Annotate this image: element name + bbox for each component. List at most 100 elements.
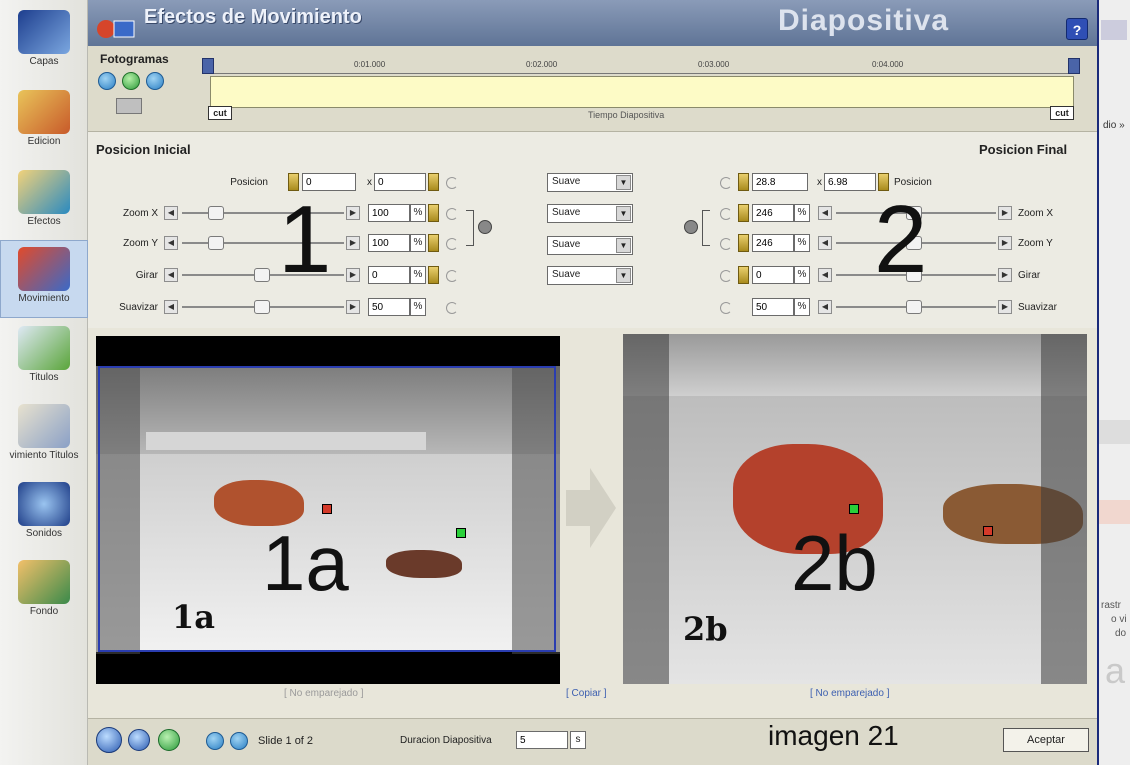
play-icon[interactable] bbox=[158, 729, 180, 751]
sidebar-item-sonidos[interactable]: Sonidos bbox=[0, 476, 88, 554]
slider-left-button[interactable]: ◀ bbox=[164, 206, 178, 220]
reset-icon[interactable] bbox=[446, 270, 458, 282]
cut-right-button[interactable]: cut bbox=[1050, 106, 1074, 120]
initial-pos-y-input[interactable] bbox=[374, 173, 426, 191]
reset-icon[interactable] bbox=[720, 208, 732, 220]
reset-icon[interactable] bbox=[446, 177, 458, 189]
easing-select-zoom-x[interactable]: Suave ▼ bbox=[547, 204, 633, 223]
next-slide-icon[interactable] bbox=[230, 732, 248, 750]
slider-right-button[interactable]: ▶ bbox=[346, 300, 360, 314]
final-preview-image[interactable]: 2b 2b bbox=[623, 334, 1087, 684]
reset-icon[interactable] bbox=[720, 238, 732, 250]
slider-left-button[interactable]: ◀ bbox=[818, 206, 832, 220]
slider-right-button[interactable]: ▶ bbox=[346, 236, 360, 250]
initial-preview-image[interactable]: 1a 1a bbox=[96, 336, 560, 684]
background-text: dio » bbox=[1103, 120, 1125, 131]
slider-right-button[interactable]: ▶ bbox=[346, 206, 360, 220]
final-smooth-input[interactable] bbox=[752, 298, 794, 316]
final-zoom-x-input[interactable] bbox=[752, 204, 794, 222]
slider-right-button[interactable]: ▶ bbox=[346, 268, 360, 282]
end-point-handle[interactable] bbox=[983, 526, 993, 536]
sidebar-item-fondo[interactable]: Fondo bbox=[0, 554, 88, 632]
chain-link-icon[interactable] bbox=[478, 220, 492, 234]
reset-icon[interactable] bbox=[720, 270, 732, 282]
unpaired-right-link[interactable]: [ No emparejado ] bbox=[810, 688, 890, 699]
final-position-title: Posicion Final bbox=[979, 142, 1068, 157]
help-button[interactable]: ? bbox=[1066, 18, 1088, 40]
keyframe-marker-icon[interactable] bbox=[116, 98, 142, 114]
final-pos-y-input[interactable] bbox=[824, 173, 876, 191]
sidebar-item-edicion[interactable]: Edicion bbox=[0, 84, 88, 162]
initial-zoom-x-input[interactable] bbox=[368, 204, 410, 222]
cut-left-button[interactable]: cut bbox=[208, 106, 232, 120]
mask-left bbox=[623, 334, 669, 684]
start-marker[interactable] bbox=[202, 58, 214, 74]
slider-right-button[interactable]: ▶ bbox=[998, 236, 1012, 250]
reset-icon[interactable] bbox=[446, 302, 458, 314]
smooth-slider-thumb[interactable] bbox=[906, 300, 922, 314]
rotate-slider-thumb[interactable] bbox=[254, 268, 270, 282]
next-keyframe-button[interactable] bbox=[146, 72, 164, 90]
end-point-handle[interactable] bbox=[456, 528, 466, 538]
add-keyframe-button[interactable] bbox=[122, 72, 140, 90]
easing-select-zoom-y[interactable]: Suave ▼ bbox=[547, 236, 633, 255]
duration-input[interactable] bbox=[516, 731, 568, 749]
end-marker[interactable] bbox=[1068, 58, 1080, 74]
reset-icon[interactable] bbox=[446, 208, 458, 220]
initial-smooth-input[interactable] bbox=[368, 298, 410, 316]
sidebar-item-label: Sonidos bbox=[25, 528, 63, 539]
chain-link-icon[interactable] bbox=[684, 220, 698, 234]
slider-left-button[interactable]: ◀ bbox=[164, 300, 178, 314]
final-pos-x-input[interactable] bbox=[752, 173, 808, 191]
start-point-handle[interactable] bbox=[849, 504, 859, 514]
initial-rotate-input[interactable] bbox=[368, 266, 410, 284]
prev-slide-icon[interactable] bbox=[206, 732, 224, 750]
reset-icon[interactable] bbox=[720, 302, 732, 314]
copy-link[interactable]: [ Copiar ] bbox=[566, 688, 607, 699]
accept-button[interactable]: Aceptar bbox=[1003, 728, 1089, 752]
start-point-handle[interactable] bbox=[322, 504, 332, 514]
slider-left-button[interactable]: ◀ bbox=[818, 300, 832, 314]
prev-keyframe-button[interactable] bbox=[98, 72, 116, 90]
keyframe-icon[interactable] bbox=[738, 173, 749, 191]
sidebar-item-capas[interactable]: Capas bbox=[0, 4, 88, 82]
slider-left-button[interactable]: ◀ bbox=[818, 236, 832, 250]
palette-icon bbox=[18, 90, 70, 134]
reset-icon[interactable] bbox=[446, 238, 458, 250]
keyframe-icon[interactable] bbox=[428, 173, 439, 191]
slider-right-button[interactable]: ▶ bbox=[998, 300, 1012, 314]
slider-right-button[interactable]: ▶ bbox=[998, 268, 1012, 282]
slider-left-button[interactable]: ◀ bbox=[164, 236, 178, 250]
zoom-x-slider-thumb[interactable] bbox=[208, 206, 224, 220]
keyframe-icon[interactable] bbox=[428, 234, 439, 252]
final-zoom-y-input[interactable] bbox=[752, 234, 794, 252]
keyframe-icon[interactable] bbox=[738, 204, 749, 222]
reset-icon[interactable] bbox=[720, 177, 732, 189]
select-value: Suave bbox=[552, 269, 581, 280]
keyframe-icon[interactable] bbox=[738, 266, 749, 284]
initial-zoom-y-input[interactable] bbox=[368, 234, 410, 252]
slider-left-button[interactable]: ◀ bbox=[818, 268, 832, 282]
chevron-down-icon: ▼ bbox=[616, 268, 631, 283]
unit-label: % bbox=[794, 266, 810, 284]
easing-select-rotate[interactable]: Suave ▼ bbox=[547, 266, 633, 285]
zoom-in-icon[interactable] bbox=[128, 729, 150, 751]
sidebar-item-movimiento[interactable]: Movimiento bbox=[0, 240, 88, 318]
sidebar-item-label: Movimiento bbox=[18, 293, 70, 304]
easing-select-position[interactable]: Suave ▼ bbox=[547, 173, 633, 192]
keyframe-icon[interactable] bbox=[428, 266, 439, 284]
zoom-y-slider-thumb[interactable] bbox=[208, 236, 224, 250]
keyframe-icon[interactable] bbox=[428, 204, 439, 222]
slider-right-button[interactable]: ▶ bbox=[998, 206, 1012, 220]
zoom-out-icon[interactable] bbox=[96, 727, 122, 753]
final-rotate-input[interactable] bbox=[752, 266, 794, 284]
keyframe-icon[interactable] bbox=[738, 234, 749, 252]
sidebar-item-movimiento-titulos[interactable]: vimiento Titulos bbox=[0, 398, 88, 476]
sidebar-item-efectos[interactable]: Efectos bbox=[0, 164, 88, 242]
select-value: Suave bbox=[552, 207, 581, 218]
timeline-track[interactable] bbox=[210, 76, 1074, 108]
smooth-slider-thumb[interactable] bbox=[254, 300, 270, 314]
slider-left-button[interactable]: ◀ bbox=[164, 268, 178, 282]
sidebar-item-titulos[interactable]: Titulos bbox=[0, 320, 88, 398]
photo-building bbox=[623, 334, 1087, 396]
